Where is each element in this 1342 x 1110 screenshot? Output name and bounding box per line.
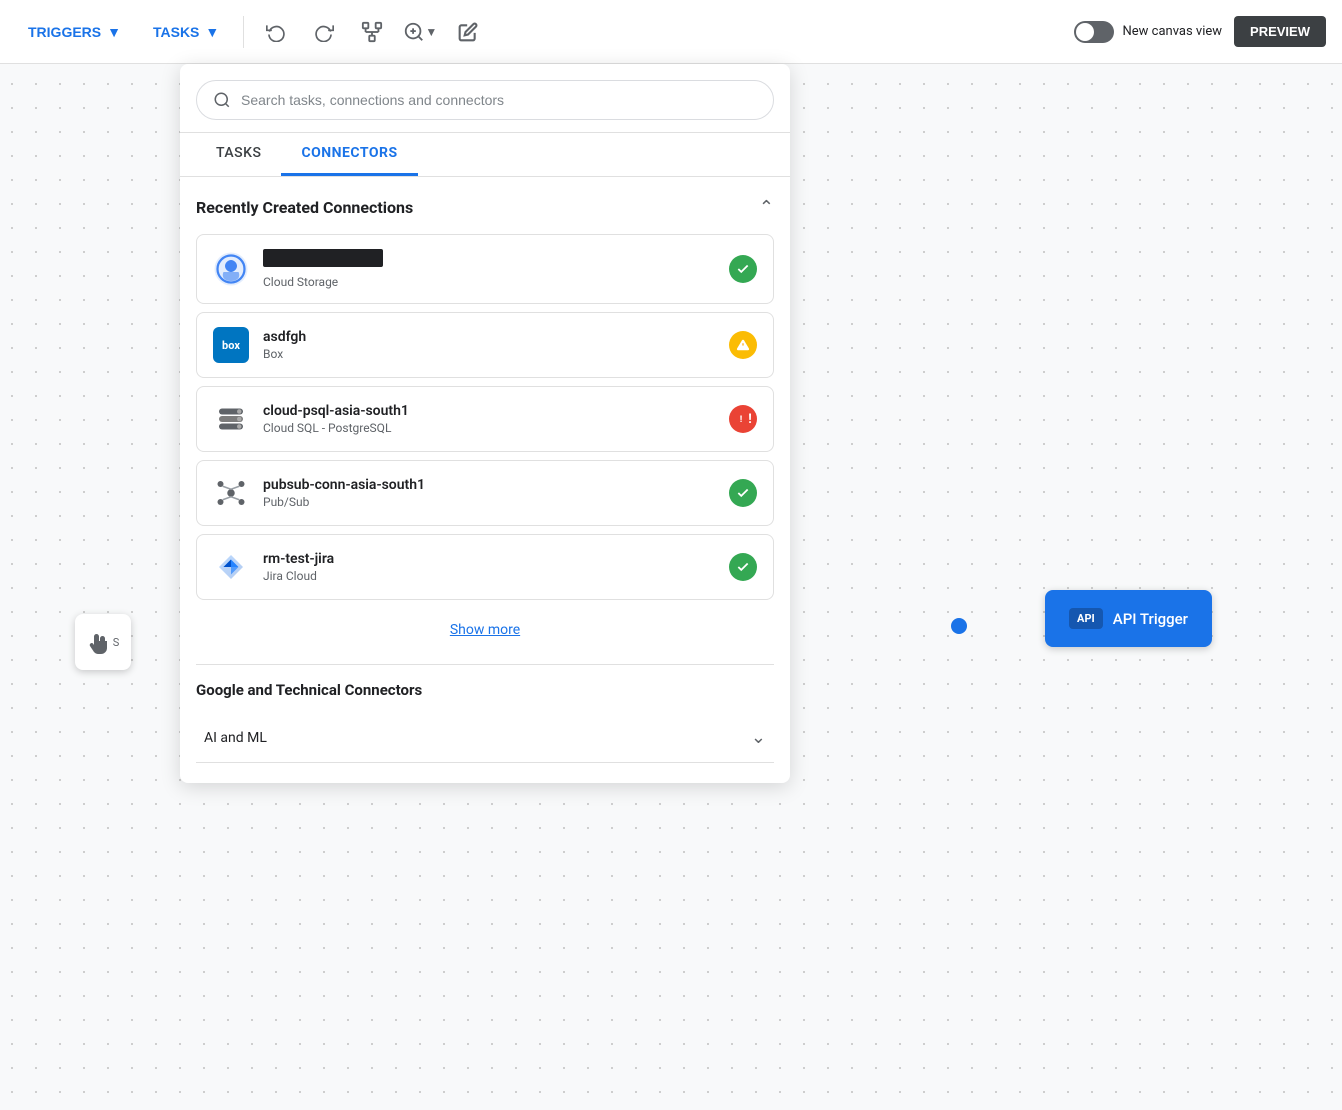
error-exclamation: ! bbox=[748, 412, 752, 427]
hand-tool-button[interactable]: S bbox=[75, 614, 131, 670]
cloud-storage-name-redacted bbox=[263, 249, 383, 267]
jira-icon-wrap bbox=[213, 549, 249, 585]
cloud-sql-icon-wrap bbox=[213, 401, 249, 437]
tasks-label: TASKS bbox=[153, 24, 199, 40]
category-ai-ml[interactable]: AI and ML ⌄ bbox=[196, 713, 774, 763]
recently-created-title: Recently Created Connections bbox=[196, 198, 413, 217]
new-canvas-label: New canvas view bbox=[1122, 24, 1222, 39]
cloud-sql-status: ! ! bbox=[729, 405, 757, 433]
api-badge: API bbox=[1069, 608, 1103, 629]
search-container bbox=[180, 64, 790, 133]
show-more-link[interactable]: Show more bbox=[196, 612, 774, 648]
jira-type: Jira Cloud bbox=[263, 569, 715, 583]
cloud-storage-type: Cloud Storage bbox=[263, 275, 715, 289]
connection-list: Cloud Storage box asdfgh Box bbox=[196, 234, 774, 600]
cloud-storage-icon bbox=[213, 251, 249, 287]
connection-item-pubsub[interactable]: pubsub-conn-asia-south1 Pub/Sub bbox=[196, 460, 774, 526]
edit-icon bbox=[458, 22, 478, 42]
cloud-sql-type: Cloud SQL - PostgreSQL bbox=[263, 421, 715, 435]
cloud-storage-icon-wrap bbox=[213, 251, 249, 287]
recently-created-header: Recently Created Connections ⌃ bbox=[196, 197, 774, 218]
api-trigger-label: API Trigger bbox=[1113, 610, 1188, 628]
section-divider bbox=[196, 664, 774, 665]
pubsub-type: Pub/Sub bbox=[263, 495, 715, 509]
connector-dropdown-panel: TASKS CONNECTORS Recently Created Connec… bbox=[180, 64, 790, 783]
tab-connectors[interactable]: CONNECTORS bbox=[281, 133, 417, 176]
checkmark-icon-3 bbox=[736, 560, 750, 574]
triggers-button[interactable]: TRIGGERS ▼ bbox=[16, 16, 133, 48]
preview-button[interactable]: PREVIEW bbox=[1234, 16, 1326, 47]
cloud-storage-info: Cloud Storage bbox=[263, 249, 715, 289]
ai-ml-label: AI and ML bbox=[204, 730, 267, 746]
connection-item-cloud-sql[interactable]: cloud-psql-asia-south1 Cloud SQL - Postg… bbox=[196, 386, 774, 452]
box-icon: box bbox=[213, 327, 249, 363]
undo-icon bbox=[266, 22, 286, 42]
toggle-container: New canvas view bbox=[1074, 21, 1222, 43]
box-name: asdfgh bbox=[263, 329, 715, 345]
new-canvas-toggle[interactable] bbox=[1074, 21, 1114, 43]
cloud-sql-name: cloud-psql-asia-south1 bbox=[263, 403, 715, 419]
connection-item-cloud-storage[interactable]: Cloud Storage bbox=[196, 234, 774, 304]
checkmark-icon-2 bbox=[736, 486, 750, 500]
jira-info: rm-test-jira Jira Cloud bbox=[263, 551, 715, 583]
search-icon bbox=[213, 91, 231, 109]
hand-icon bbox=[87, 630, 111, 654]
search-input[interactable] bbox=[241, 92, 757, 108]
redo-button[interactable] bbox=[304, 12, 344, 52]
pubsub-icon bbox=[213, 475, 249, 511]
zoom-button[interactable]: ▼ bbox=[400, 12, 440, 52]
tab-tasks[interactable]: TASKS bbox=[196, 133, 281, 176]
error-icon: ! bbox=[734, 412, 748, 426]
cloud-sql-icon bbox=[213, 401, 249, 437]
api-trigger-node[interactable]: API API Trigger bbox=[1045, 590, 1212, 647]
jira-icon bbox=[213, 549, 249, 585]
google-connectors-title: Google and Technical Connectors bbox=[196, 681, 774, 699]
box-icon-wrap: box bbox=[213, 327, 249, 363]
tasks-button[interactable]: TASKS ▼ bbox=[141, 16, 231, 48]
connection-item-jira[interactable]: rm-test-jira Jira Cloud bbox=[196, 534, 774, 600]
tabs-row: TASKS CONNECTORS bbox=[180, 133, 790, 177]
cloud-sql-info: cloud-psql-asia-south1 Cloud SQL - Postg… bbox=[263, 403, 715, 435]
hand-tool-label: S bbox=[113, 636, 120, 649]
pubsub-info: pubsub-conn-asia-south1 Pub/Sub bbox=[263, 477, 715, 509]
tasks-chevron-icon: ▼ bbox=[205, 24, 219, 40]
triggers-label: TRIGGERS bbox=[28, 24, 101, 40]
toolbar-right: New canvas view PREVIEW bbox=[1074, 16, 1326, 47]
connection-item-box[interactable]: box asdfgh Box bbox=[196, 312, 774, 378]
box-status bbox=[729, 331, 757, 359]
triggers-chevron-icon: ▼ bbox=[107, 24, 121, 40]
checkmark-icon bbox=[736, 262, 750, 276]
network-icon bbox=[361, 21, 383, 43]
jira-status bbox=[729, 553, 757, 581]
zoom-icon bbox=[403, 21, 425, 43]
box-info: asdfgh Box bbox=[263, 329, 715, 361]
trigger-connection-dot bbox=[951, 618, 967, 634]
box-type: Box bbox=[263, 347, 715, 361]
warning-icon bbox=[736, 338, 750, 352]
pubsub-icon-wrap bbox=[213, 475, 249, 511]
search-box bbox=[196, 80, 774, 120]
toolbar: TRIGGERS ▼ TASKS ▼ bbox=[0, 0, 1342, 64]
ai-ml-chevron-icon: ⌄ bbox=[751, 727, 766, 748]
pubsub-status bbox=[729, 479, 757, 507]
pubsub-name: pubsub-conn-asia-south1 bbox=[263, 477, 715, 493]
toolbar-separator-1 bbox=[243, 16, 244, 48]
jira-name: rm-test-jira bbox=[263, 551, 715, 567]
edit-button[interactable] bbox=[448, 12, 488, 52]
collapse-icon[interactable]: ⌃ bbox=[759, 197, 774, 218]
cloud-storage-status bbox=[729, 255, 757, 283]
undo-button[interactable] bbox=[256, 12, 296, 52]
network-button[interactable] bbox=[352, 12, 392, 52]
panel-content: Recently Created Connections ⌃ Cloud Sto… bbox=[180, 177, 790, 783]
redo-icon bbox=[314, 22, 334, 42]
zoom-chevron: ▼ bbox=[425, 25, 437, 39]
